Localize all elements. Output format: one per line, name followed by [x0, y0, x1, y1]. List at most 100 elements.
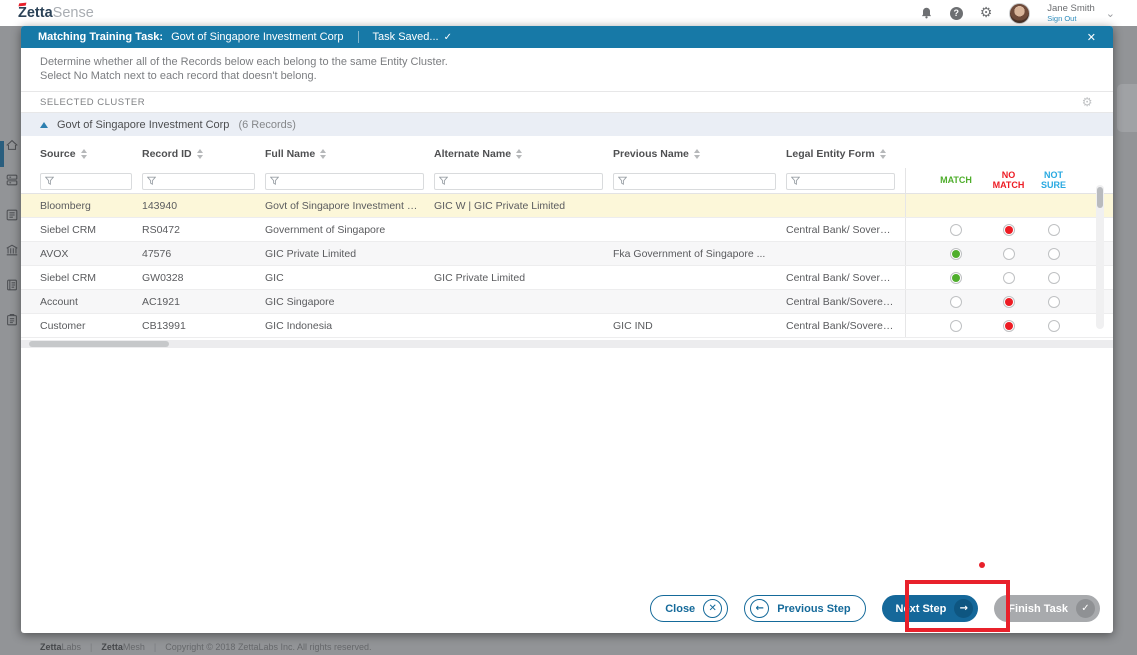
data-sources-icon[interactable]: [5, 173, 19, 187]
radio-no-match[interactable]: [1003, 320, 1015, 332]
finish-task-button[interactable]: Finish Task ✓: [994, 595, 1100, 622]
footer-zettalabs-bold: Zetta: [40, 642, 62, 652]
cell-alternate-name: GIC W | GIC Private Limited: [434, 200, 613, 212]
logo-light: Sense: [53, 5, 94, 21]
sidebar-active-indicator: [0, 141, 4, 167]
finish-task-label: Finish Task: [1008, 603, 1068, 615]
radio-not-sure[interactable]: [1048, 224, 1060, 236]
next-step-button[interactable]: Next Step →: [882, 595, 979, 622]
modal-titlebar: Matching Training Task: Govt of Singapor…: [21, 26, 1113, 48]
filter-previous-name-input[interactable]: [613, 173, 776, 190]
tasks-clipboard-icon[interactable]: [5, 313, 19, 327]
cell-full-name: GIC Private Limited: [265, 248, 434, 260]
modal-body-spacer: [21, 348, 1113, 595]
notebook-icon[interactable]: [5, 278, 19, 292]
radio-match[interactable]: [950, 320, 962, 332]
modal-close-icon[interactable]: ✕: [1087, 31, 1096, 44]
cluster-row[interactable]: Govt of Singapore Investment Corp (6 Rec…: [21, 113, 1113, 136]
user-avatar[interactable]: [1009, 3, 1030, 24]
radio-no-match[interactable]: [1003, 272, 1015, 284]
column-header-previous-name[interactable]: Previous Name: [613, 148, 786, 160]
cell-source: AVOX: [40, 248, 142, 260]
radio-no-match[interactable]: [1003, 296, 1015, 308]
radio-selected-dot: [952, 274, 960, 282]
cluster-settings-gear-icon[interactable]: ⚙: [1082, 95, 1093, 109]
home-icon[interactable]: [5, 138, 19, 152]
filter-source-input[interactable]: [40, 173, 132, 190]
sort-icon[interactable]: [320, 149, 326, 159]
vertical-scrollbar[interactable]: [1096, 185, 1104, 329]
notifications-bell-icon[interactable]: [920, 6, 933, 20]
filter-legal-entity-form-input[interactable]: [786, 173, 895, 190]
column-header-label: Previous Name: [613, 148, 689, 160]
filter-cell-full-name: [265, 171, 434, 190]
top-navbar: ZettaSense ? ⚙ Jane Smith Sign Out ⌄: [0, 0, 1137, 26]
previous-step-label: Previous Step: [777, 603, 850, 615]
column-header-label: Alternate Name: [434, 148, 511, 160]
cell-previous-name: Fka Government of Singapore ...: [613, 248, 786, 260]
radio-not-sure[interactable]: [1048, 248, 1060, 260]
table-row[interactable]: Bloomberg143940Govt of Singapore Investm…: [21, 194, 1113, 218]
selected-cluster-label: SELECTED CLUSTER: [40, 97, 145, 108]
help-icon[interactable]: ?: [950, 7, 963, 20]
sort-icon[interactable]: [694, 149, 700, 159]
sort-icon[interactable]: [197, 149, 203, 159]
radio-no-match[interactable]: [1003, 224, 1015, 236]
cell-full-name: GIC Singapore: [265, 296, 434, 308]
sort-icon[interactable]: [81, 149, 87, 159]
decision-cell: [905, 290, 1095, 313]
cell-full-name: GIC: [265, 272, 434, 284]
column-header-source[interactable]: Source: [40, 148, 142, 160]
footer-zettamesh-light[interactable]: Mesh: [123, 642, 145, 652]
table-row[interactable]: Siebel CRMRS0472Government of SingaporeC…: [21, 218, 1113, 242]
table-filter-row: MATCHNO MATCHNOT SURE: [21, 168, 1113, 194]
user-menu[interactable]: Jane Smith Sign Out: [1047, 4, 1095, 23]
decision-cell: [905, 194, 1095, 217]
radio-match[interactable]: [950, 296, 962, 308]
close-button[interactable]: Close ✕: [650, 595, 728, 622]
vertical-scrollbar-thumb[interactable]: [1097, 187, 1103, 208]
sidebar-nav: [5, 138, 19, 327]
collapse-cluster-icon[interactable]: [40, 122, 48, 128]
radio-match[interactable]: [950, 272, 962, 284]
footer-zettamesh-bold: Zetta: [101, 642, 123, 652]
chevron-down-icon[interactable]: ⌄: [1106, 7, 1115, 20]
radio-selected-dot: [1005, 226, 1013, 234]
cell-source: Siebel CRM: [40, 224, 142, 236]
radio-not-sure[interactable]: [1048, 296, 1060, 308]
filter-full-name-input[interactable]: [265, 173, 424, 190]
radio-not-sure[interactable]: [1048, 272, 1060, 284]
table-row[interactable]: AccountAC1921GIC SingaporeCentral Bank/S…: [21, 290, 1113, 314]
column-header-legal-entity-form[interactable]: Legal Entity Form: [786, 148, 905, 160]
logo-bold: Zetta: [18, 5, 53, 21]
background-panel-edge: [1117, 84, 1137, 132]
radio-not-sure[interactable]: [1048, 320, 1060, 332]
cell-record-id: 143940: [142, 200, 265, 212]
column-header-alternate-name[interactable]: Alternate Name: [434, 148, 613, 160]
cluster-record-count: (6 Records): [238, 119, 295, 131]
app-logo: ZettaSense: [18, 4, 94, 22]
radio-match[interactable]: [950, 248, 962, 260]
decision-cell: [905, 242, 1095, 265]
radio-match[interactable]: [950, 224, 962, 236]
column-header-label: Record ID: [142, 148, 192, 160]
sign-out-link[interactable]: Sign Out: [1047, 14, 1095, 23]
footer-zettalabs-light[interactable]: Labs: [62, 642, 82, 652]
table-row[interactable]: AVOX47576GIC Private LimitedFka Governme…: [21, 242, 1113, 266]
sort-icon[interactable]: [516, 149, 522, 159]
horizontal-scrollbar[interactable]: [21, 340, 1113, 348]
column-header-full-name[interactable]: Full Name: [265, 148, 434, 160]
previous-step-button[interactable]: ← Previous Step: [744, 595, 865, 622]
filter-alternate-name-input[interactable]: [434, 173, 603, 190]
settings-gear-icon[interactable]: ⚙: [980, 6, 993, 20]
table-row[interactable]: CustomerCB13991GIC IndonesiaGIC INDCentr…: [21, 314, 1113, 338]
radio-no-match[interactable]: [1003, 248, 1015, 260]
table-row[interactable]: Siebel CRMGW0328GICGIC Private LimitedCe…: [21, 266, 1113, 290]
horizontal-scrollbar-thumb[interactable]: [29, 341, 169, 347]
cell-legal-entity-form: Central Bank/Sovereign: [786, 296, 905, 308]
sort-icon[interactable]: [880, 149, 886, 159]
entities-bank-icon[interactable]: [5, 243, 19, 257]
records-icon[interactable]: [5, 208, 19, 222]
filter-record-id-input[interactable]: [142, 173, 255, 190]
column-header-record-id[interactable]: Record ID: [142, 148, 265, 160]
